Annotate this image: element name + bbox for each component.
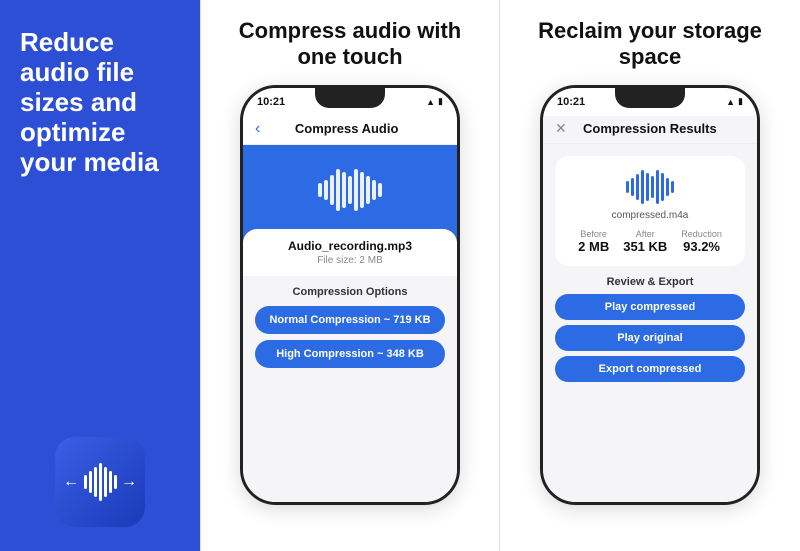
stat-after-value: 351 KB bbox=[623, 239, 667, 254]
stat-after: After 351 KB bbox=[623, 229, 667, 254]
screen1-header: ‹ Compress Audio bbox=[243, 116, 457, 145]
stat-reduction-value: 93.2% bbox=[681, 239, 722, 254]
app-icon-container: ← → bbox=[20, 417, 180, 527]
stat-before: Before 2 MB bbox=[578, 229, 609, 254]
result-stats: Before 2 MB After 351 KB Reduction 93.2% bbox=[578, 229, 722, 254]
export-section-label: Review & Export bbox=[555, 276, 745, 288]
stat-reduction-label: Reduction bbox=[681, 229, 722, 239]
hero-title: Reduce audio file sizes and optimize you… bbox=[20, 28, 180, 177]
result-card: compressed.m4a Before 2 MB After 351 KB … bbox=[555, 156, 745, 266]
app-icon: ← → bbox=[55, 437, 145, 527]
play-original-button[interactable]: Play original bbox=[555, 325, 745, 351]
panel-reclaim: Reclaim your storage space 10:21 ▲ ▮ ✕ C… bbox=[500, 0, 800, 551]
file-size: File size: 2 MB bbox=[259, 255, 441, 266]
screen1-header-title: Compress Audio bbox=[268, 121, 425, 136]
waveform-icon bbox=[84, 463, 117, 501]
phone-screen-2: ✕ Compression Results bbox=[543, 116, 757, 502]
close-icon[interactable]: ✕ bbox=[555, 120, 567, 137]
phone-time-2: 10:21 bbox=[557, 96, 585, 108]
arrow-left-icon: ← bbox=[63, 473, 79, 491]
phone-notch-2 bbox=[615, 88, 685, 108]
normal-compression-button[interactable]: Normal Compression ~ 719 KB bbox=[255, 306, 445, 334]
stat-before-label: Before bbox=[578, 229, 609, 239]
compress-title: Compress audio with one touch bbox=[217, 18, 483, 71]
wifi-icon-1: ▲ bbox=[426, 97, 435, 107]
screen2-header: ✕ Compression Results bbox=[543, 116, 757, 144]
file-card: Audio_recording.mp3 File size: 2 MB bbox=[243, 229, 457, 276]
stat-after-label: After bbox=[623, 229, 667, 239]
battery-icon-1: ▮ bbox=[438, 96, 443, 107]
phone-mockup-1: 10:21 ▲ ▮ ‹ Compress Audio bbox=[240, 85, 460, 505]
waveform-large-icon bbox=[318, 165, 382, 215]
phone-notch-1 bbox=[315, 88, 385, 108]
wifi-icon-2: ▲ bbox=[726, 97, 735, 107]
battery-icon-2: ▮ bbox=[738, 96, 743, 107]
export-compressed-button[interactable]: Export compressed bbox=[555, 356, 745, 382]
result-waveform-icon bbox=[626, 168, 674, 206]
panel-compress: Compress audio with one touch 10:21 ▲ ▮ … bbox=[200, 0, 500, 551]
screen1-bottom-area: Compression Options Normal Compression ~… bbox=[243, 276, 457, 502]
panel-hero: Reduce audio file sizes and optimize you… bbox=[0, 0, 200, 551]
compression-options-label: Compression Options bbox=[255, 286, 445, 298]
stat-before-value: 2 MB bbox=[578, 239, 609, 254]
phone-time-1: 10:21 bbox=[257, 96, 285, 108]
result-filename: compressed.m4a bbox=[612, 210, 689, 221]
status-icons-2: ▲ ▮ bbox=[726, 96, 743, 107]
phone-mockup-2: 10:21 ▲ ▮ ✕ Compression Results bbox=[540, 85, 760, 505]
file-name: Audio_recording.mp3 bbox=[259, 239, 441, 253]
export-section: Review & Export Play compressed Play ori… bbox=[555, 276, 745, 387]
high-compression-button[interactable]: High Compression ~ 348 KB bbox=[255, 340, 445, 368]
status-icons-1: ▲ ▮ bbox=[426, 96, 443, 107]
reclaim-title: Reclaim your storage space bbox=[516, 18, 784, 71]
back-arrow-icon[interactable]: ‹ bbox=[255, 120, 260, 138]
play-compressed-button[interactable]: Play compressed bbox=[555, 294, 745, 320]
stat-reduction: Reduction 93.2% bbox=[681, 229, 722, 254]
screen2-header-title: Compression Results bbox=[575, 121, 725, 136]
phone-screen-1: ‹ Compress Audio bbox=[243, 116, 457, 502]
arrow-right-icon: → bbox=[121, 473, 137, 491]
screen2-content: compressed.m4a Before 2 MB After 351 KB … bbox=[543, 144, 757, 502]
